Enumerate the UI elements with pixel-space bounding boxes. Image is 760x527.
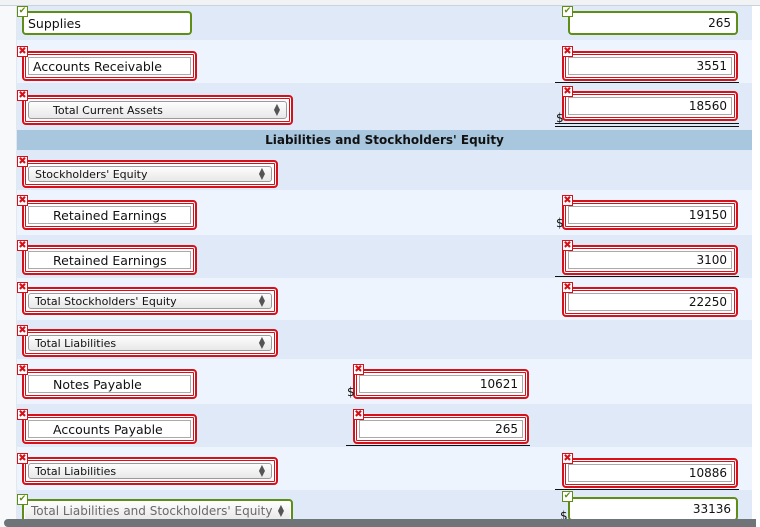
account-select-value: Total Liabilities xyxy=(35,336,117,350)
incorrect-x-icon: ✖ xyxy=(562,282,573,293)
total-double-underline xyxy=(555,123,739,127)
amount-field[interactable]: 22250 xyxy=(562,287,738,317)
correct-check-icon: ✔ xyxy=(17,6,28,17)
table-row: ✖ Stockholders' Equity ▲ ▼ xyxy=(17,150,752,190)
account-label: Supplies xyxy=(28,15,81,31)
correct-check-icon: ✔ xyxy=(562,6,573,17)
account-label-field[interactable]: Retained Earnings xyxy=(22,200,197,230)
amount-field[interactable]: 18560 xyxy=(562,91,738,121)
amount-value: 265 xyxy=(495,422,518,436)
incorrect-x-icon: ✖ xyxy=(562,240,573,251)
table-row: ✔ Supplies ✔ 265 xyxy=(17,6,752,40)
table-row: ✖ Accounts Payable ✖ 265 xyxy=(17,404,752,447)
amount-field[interactable]: 33136 xyxy=(568,497,738,521)
account-label: Accounts Payable xyxy=(53,421,163,437)
horizontal-scrollbar[interactable] xyxy=(4,519,756,527)
select-arrows-icon: ▲ ▼ xyxy=(258,293,265,308)
account-select[interactable]: Total Liabilities ▲ ▼ xyxy=(22,329,278,357)
correct-check-icon: ✔ xyxy=(562,491,573,502)
incorrect-x-icon: ✖ xyxy=(562,453,573,464)
incorrect-x-icon: ✖ xyxy=(17,325,28,336)
amount-field[interactable]: 3551 xyxy=(562,51,738,81)
amount-value: 33136 xyxy=(692,502,731,516)
amount-field[interactable]: 3100 xyxy=(562,245,738,275)
table-row: ✖ Retained Earnings ✖ 3100 xyxy=(17,235,752,278)
account-label-field[interactable]: Notes Payable xyxy=(22,369,197,399)
table-row: ✖ Notes Payable ✖ 10621 $ xyxy=(17,359,752,404)
table-row: ✖ Accounts Receivable ✖ 3551 xyxy=(17,40,752,83)
account-select-value: Total Stockholders' Equity xyxy=(35,294,177,308)
incorrect-x-icon: ✖ xyxy=(562,195,573,206)
incorrect-x-icon: ✖ xyxy=(562,86,573,97)
incorrect-x-icon: ✖ xyxy=(17,409,28,420)
amount-value: 3551 xyxy=(696,59,727,73)
select-arrows-icon: ▲ ▼ xyxy=(258,166,265,181)
account-select[interactable]: Total Current Assets ▲ ▼ xyxy=(22,95,293,125)
account-label-field[interactable]: Accounts Payable xyxy=(22,414,197,444)
amount-field[interactable]: 265 xyxy=(568,11,738,35)
account-label-field[interactable]: Supplies xyxy=(22,11,192,35)
account-select[interactable]: Stockholders' Equity ▲ ▼ xyxy=(22,160,278,188)
dollar-sign: $ xyxy=(556,216,564,230)
account-select[interactable]: Total Liabilities ▲ ▼ xyxy=(22,457,278,485)
amount-value: 10621 xyxy=(479,377,518,391)
incorrect-x-icon: ✖ xyxy=(17,240,28,251)
table-row: ✖ Total Liabilities ▲ ▼ ✖ 10886 xyxy=(17,447,752,490)
account-select-value: Stockholders' Equity xyxy=(35,167,148,181)
account-label-field[interactable]: Retained Earnings xyxy=(22,245,197,275)
account-select-value: Total Current Assets xyxy=(53,103,163,117)
amount-value: 10886 xyxy=(688,466,727,480)
amount-value: 19150 xyxy=(688,208,727,222)
table-row: ✖ Total Stockholders' Equity ▲ ▼ ✖ 22250 xyxy=(17,278,752,320)
amount-field[interactable]: 10621 xyxy=(353,369,529,399)
account-select-value: Total Liabilities xyxy=(35,464,117,478)
table-row: ✖ Retained Earnings ✖ 19150 $ xyxy=(17,190,752,235)
select-arrows-icon: ▲ ▼ xyxy=(258,463,265,478)
incorrect-x-icon: ✖ xyxy=(17,195,28,206)
account-label: Retained Earnings xyxy=(53,207,167,223)
amount-field[interactable]: 265 xyxy=(353,414,529,444)
account-select-value: Total Liabilities and Stockholders' Equi… xyxy=(31,504,273,518)
dollar-sign: $ xyxy=(347,385,355,399)
amount-value: 18560 xyxy=(688,99,727,113)
left-gutter xyxy=(0,6,17,527)
amount-value: 265 xyxy=(708,16,731,30)
amount-value: 3100 xyxy=(696,253,727,267)
incorrect-x-icon: ✖ xyxy=(562,46,573,57)
incorrect-x-icon: ✖ xyxy=(17,364,28,375)
amount-field[interactable]: 10886 xyxy=(562,458,738,488)
subtotal-underline xyxy=(346,445,530,446)
table-row: ✖ Total Current Assets ▲ ▼ ✖ 18560 $ xyxy=(17,83,752,130)
section-header: Liabilities and Stockholders' Equity xyxy=(17,130,752,150)
incorrect-x-icon: ✖ xyxy=(17,453,28,464)
account-label-field[interactable]: Accounts Receivable xyxy=(22,51,197,81)
account-select[interactable]: Total Stockholders' Equity ▲ ▼ xyxy=(22,287,278,315)
select-arrows-icon: ▲ ▼ xyxy=(273,102,280,117)
account-label: Accounts Receivable xyxy=(33,58,162,74)
select-arrows-icon: ▲ ▼ xyxy=(277,503,284,518)
incorrect-x-icon: ✖ xyxy=(17,156,28,167)
amount-field[interactable]: 19150 xyxy=(562,200,738,230)
amount-value: 22250 xyxy=(688,295,727,309)
account-label: Retained Earnings xyxy=(53,252,167,268)
balance-sheet-table: ✔ Supplies ✔ 265 ✖ Accounts Receivable ✖… xyxy=(17,6,752,525)
incorrect-x-icon: ✖ xyxy=(17,282,28,293)
incorrect-x-icon: ✖ xyxy=(353,364,364,375)
correct-check-icon: ✔ xyxy=(17,494,28,505)
incorrect-x-icon: ✖ xyxy=(353,409,364,420)
incorrect-x-icon: ✖ xyxy=(17,90,28,101)
subtotal-underline xyxy=(555,276,739,277)
select-arrows-icon: ▲ ▼ xyxy=(258,335,265,350)
incorrect-x-icon: ✖ xyxy=(17,46,28,57)
account-label: Notes Payable xyxy=(53,376,142,392)
section-header-title: Liabilities and Stockholders' Equity xyxy=(265,133,504,147)
table-row: ✖ Total Liabilities ▲ ▼ xyxy=(17,320,752,359)
